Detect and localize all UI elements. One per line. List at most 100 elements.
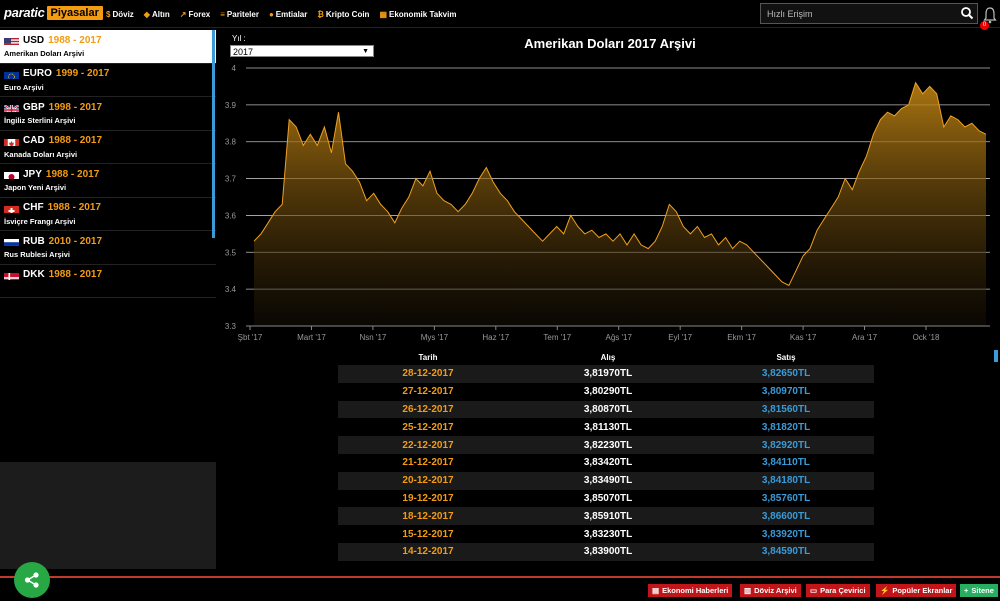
sidebar-item-header: USD 1988 - 2017 (4, 33, 212, 47)
currency-code: USD (23, 34, 45, 46)
share-icon (24, 572, 39, 588)
currency-years: 1988 - 2017 (47, 202, 101, 213)
bottom-link-label: Ekonomi Haberleri (662, 586, 729, 595)
nav-item-0[interactable]: $ Döviz (106, 10, 134, 19)
sidebar-lower-panel (0, 462, 216, 569)
sidebar-item-cad[interactable]: CAD 1988 - 2017 Kanada Doları Arşivi (0, 130, 216, 164)
nav-item-6[interactable]: ▦ Ekonomik Takvim (379, 10, 456, 19)
y-tick-label: 3.4 (225, 285, 237, 294)
currency-name: İngiliz Sterlini Arşivi (4, 116, 76, 125)
currency-name: Euro Arşivi (4, 82, 44, 92)
nav-label: Kripto Coin (325, 9, 370, 19)
date-cell: 27-12-2017 (402, 386, 454, 398)
x-tick-label: Kas '17 (790, 333, 817, 342)
sell-cell: 3,81560TL (761, 403, 811, 415)
buy-cell: 3,80290TL (583, 386, 633, 398)
sell-cell: 3,85760TL (761, 492, 811, 504)
gold-icon: ◆ (143, 9, 150, 19)
news-icon: ▤ (652, 586, 660, 595)
sidebar-item-dkk[interactable]: DKK 1988 - 2017 (0, 264, 216, 298)
sidebar-item-header: CAD 1988 - 2017 (4, 134, 212, 148)
date-cell: 18-12-2017 (402, 510, 454, 522)
year-select[interactable]: 2017 ▼ (230, 45, 374, 57)
table-row: 14-12-2017 3,83900TL 3,84590TL (338, 542, 874, 561)
date-cell: 14-12-2017 (402, 546, 454, 558)
sell-cell: 3,84590TL (761, 546, 811, 558)
ru-flag-icon (4, 236, 19, 246)
buy-cell: 3,85070TL (583, 492, 633, 504)
sidebar-item-chf[interactable]: CHF 1988 - 2017 İsviçre Frangı Arşivi (0, 197, 216, 231)
table-row: 22-12-2017 3,82230TL 3,82920TL (338, 436, 874, 454)
date-cell: 26-12-2017 (402, 403, 454, 415)
nav-item-1[interactable]: ◆ Altın (144, 10, 170, 19)
table-row: 15-12-2017 3,83230TL 3,83920TL (338, 525, 874, 543)
sidebar-item-euro[interactable]: EURO 1999 - 2017 Euro Arşivi (0, 63, 216, 97)
sidebar-scrollbar[interactable] (212, 30, 215, 238)
currency-years: 1988 - 2017 (45, 168, 100, 180)
sell-cell: 3,82650TL (761, 368, 811, 380)
x-tick-label: Nsn '17 (359, 333, 386, 342)
share-button[interactable] (14, 562, 50, 598)
x-tick-label: Haz '17 (482, 333, 509, 342)
year-select-value: 2017 (233, 47, 254, 57)
y-tick-label: 3.7 (225, 175, 237, 184)
date-cell: 21-12-2017 (402, 457, 454, 469)
bottom-link-label: Para Çevirici (820, 586, 866, 595)
buy-cell: 3,83490TL (583, 475, 633, 487)
sidebar-item-rub[interactable]: RUB 2010 - 2017 Rus Rublesi Arşivi (0, 231, 216, 265)
currency-code: JPY (23, 168, 42, 180)
bottom-link-0[interactable]: ▤ Ekonomi Haberleri (648, 584, 733, 597)
bottom-link-3[interactable]: ⚡ Popüler Ekranlar (876, 584, 957, 597)
nav-label: Emtialar (275, 9, 308, 19)
notification-badge: 0 (980, 21, 989, 30)
table-row: 28-12-2017 3,81970TL 3,82650TL (338, 365, 874, 383)
currency-name: Rus Rublesi Arşivi (4, 250, 70, 259)
date-cell: 15-12-2017 (402, 528, 454, 540)
currency-years: 1988 - 2017 (48, 135, 103, 146)
table-header: Tarih Alış Satış (338, 350, 874, 365)
bottom-link-1[interactable]: ▥ Döviz Arşivi (740, 584, 801, 597)
search-icon[interactable] (960, 6, 974, 20)
sidebar-item-usd[interactable]: USD 1988 - 2017 Amerikan Doları Arşivi (0, 30, 216, 64)
search-input[interactable] (761, 4, 951, 24)
table-row: 27-12-2017 3,80290TL 3,80970TL (338, 382, 874, 401)
sell-cell: 3,80970TL (761, 386, 811, 398)
nav-item-5[interactable]: ₿ Kripto Coin (317, 10, 369, 19)
forex-icon: ↗ (179, 9, 187, 19)
nav-item-2[interactable]: ↗ Forex (180, 10, 211, 19)
x-tick-label: Ock '18 (913, 333, 940, 342)
sidebar-item-gbp[interactable]: GBP 1998 - 2017 İngiliz Sterlini Arşivi (0, 97, 216, 131)
nav-label: Altın (151, 9, 170, 19)
converter-icon: ▭ (810, 586, 818, 595)
buy-cell: 3,81970TL (583, 368, 633, 380)
sidebar-item-header: GBP 1998 - 2017 (4, 100, 212, 114)
top-bar: paratic Piyasalar $ Döviz ◆ Altın ↗ Forex ≡ Par… (0, 0, 1000, 30)
jp-flag-icon (4, 169, 19, 179)
nav-item-4[interactable]: ● Emtialar (269, 10, 307, 19)
y-tick-label: 3.5 (225, 248, 237, 257)
table-row: 19-12-2017 3,85070TL 3,85760TL (338, 489, 874, 508)
buy-cell: 3,85910TL (583, 510, 633, 522)
bottom-link-label: Sitene (971, 586, 994, 595)
chevron-down-icon: ▼ (362, 48, 369, 55)
currency-years: 1988 - 2017 (48, 269, 103, 280)
brand-logo[interactable]: paratic Piyasalar (4, 5, 103, 20)
buy-cell: 3,83420TL (583, 457, 633, 469)
sidebar-item-jpy[interactable]: JPY 1988 - 2017 Japon Yeni Arşivi (0, 164, 216, 198)
header-buy: Alış (600, 353, 616, 362)
page-scrollbar[interactable] (994, 350, 998, 362)
plus-icon: + (964, 586, 969, 595)
table-row: 25-12-2017 3,81130TL 3,81820TL (338, 418, 874, 437)
bottom-link-2[interactable]: ▭ Para Çevirici (806, 584, 870, 597)
date-cell: 28-12-2017 (402, 368, 454, 380)
table-body: 28-12-2017 3,81970TL 3,82650TL 27-12-2017 3,… (338, 365, 874, 561)
gb-flag-icon (4, 102, 19, 112)
sell-cell: 3,81820TL (761, 421, 811, 433)
sidebar-item-header: JPY 1988 - 2017 (4, 167, 212, 181)
commodity-icon: ● (268, 9, 274, 19)
dk-flag-icon (4, 270, 19, 280)
bottom-link-4[interactable]: + Sitene (960, 584, 998, 597)
nav-item-3[interactable]: ≡ Pariteler (220, 10, 259, 19)
nav-label: Döviz (112, 9, 134, 19)
currency-code: RUB (23, 235, 45, 247)
